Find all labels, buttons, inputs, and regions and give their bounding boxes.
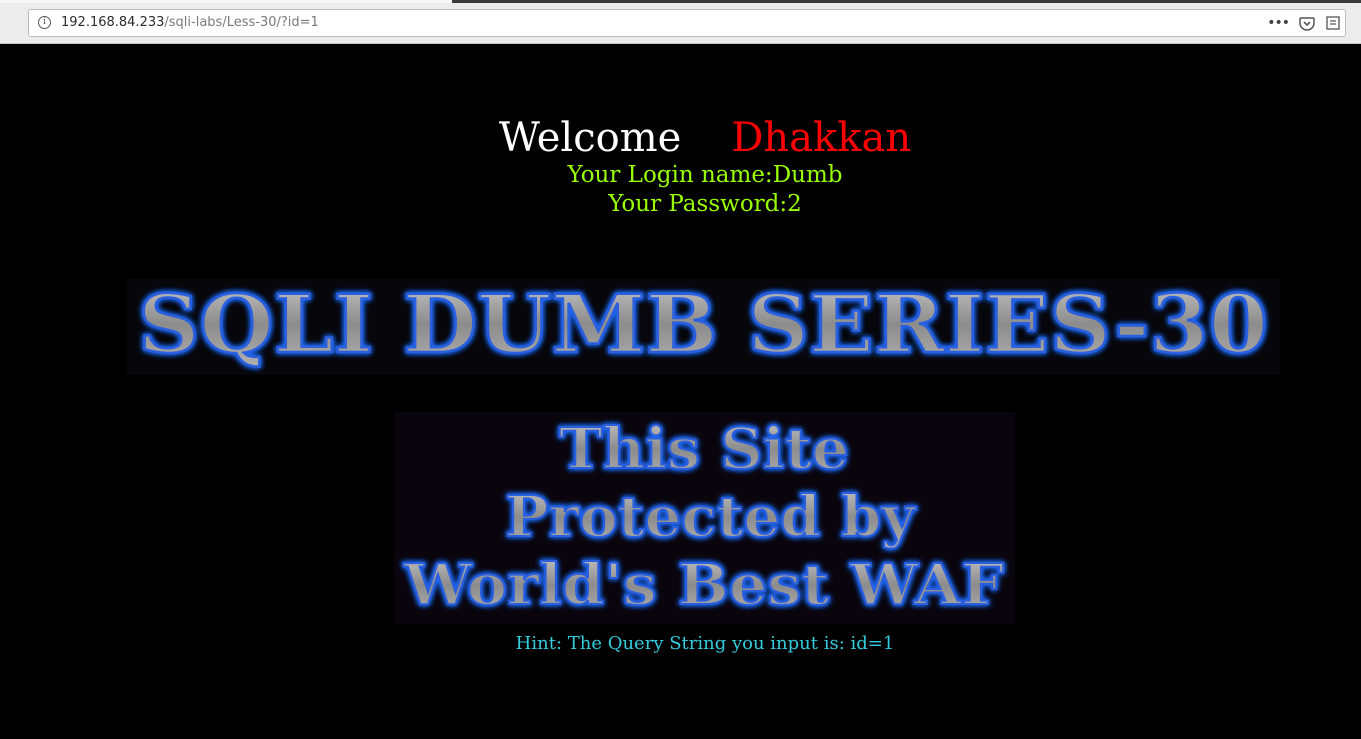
more-icon[interactable]: ••• (1267, 14, 1290, 32)
password-label: Your Password: (608, 191, 788, 217)
url-text[interactable]: 192.168.84.233/sqli-labs/Less-30/?id=1 (61, 15, 319, 30)
pocket-icon[interactable] (1299, 15, 1315, 31)
series-banner-image: SQLI DUMB SERIES-30 (127, 279, 1280, 375)
url-actions: ••• (1267, 14, 1341, 32)
login-name-line: Your Login name:Dumb (0, 162, 1361, 188)
address-bar[interactable]: i 192.168.84.233/sqli-labs/Less-30/?id=1… (28, 9, 1346, 37)
login-label: Your Login name: (567, 162, 773, 188)
waf-banner-image: This Site Protected by World's Best WAF (394, 412, 1015, 624)
waf-banner-line-2: Protected by (505, 484, 917, 550)
active-tab-edge[interactable] (0, 0, 452, 3)
query-hint: Hint: The Query String you input is: id=… (515, 633, 895, 654)
tab-strip-background (452, 0, 1361, 3)
series-banner-text: SQLI DUMB SERIES-30 (138, 279, 1268, 371)
login-value: Dumb (772, 162, 843, 188)
url-host: 192.168.84.233 (61, 15, 165, 30)
info-icon[interactable]: i (38, 16, 51, 29)
welcome-name: Dhakkan (731, 115, 912, 161)
url-path: /sqli-labs/Less-30/?id=1 (164, 15, 319, 30)
waf-banner-line-3: World's Best WAF (403, 552, 1004, 618)
password-value: 2 (787, 191, 802, 217)
browser-toolbar: i 192.168.84.233/sqli-labs/Less-30/?id=1… (0, 0, 1361, 44)
page-content: Welcome Dhakkan Your Login name:Dumb Your… (0, 44, 1361, 739)
password-line: Your Password:2 (0, 191, 1361, 217)
welcome-heading: Welcome Dhakkan (0, 114, 1361, 162)
welcome-word: Welcome (498, 115, 682, 161)
reader-view-icon[interactable] (1325, 15, 1341, 31)
waf-banner-line-1: This Site (559, 416, 849, 482)
